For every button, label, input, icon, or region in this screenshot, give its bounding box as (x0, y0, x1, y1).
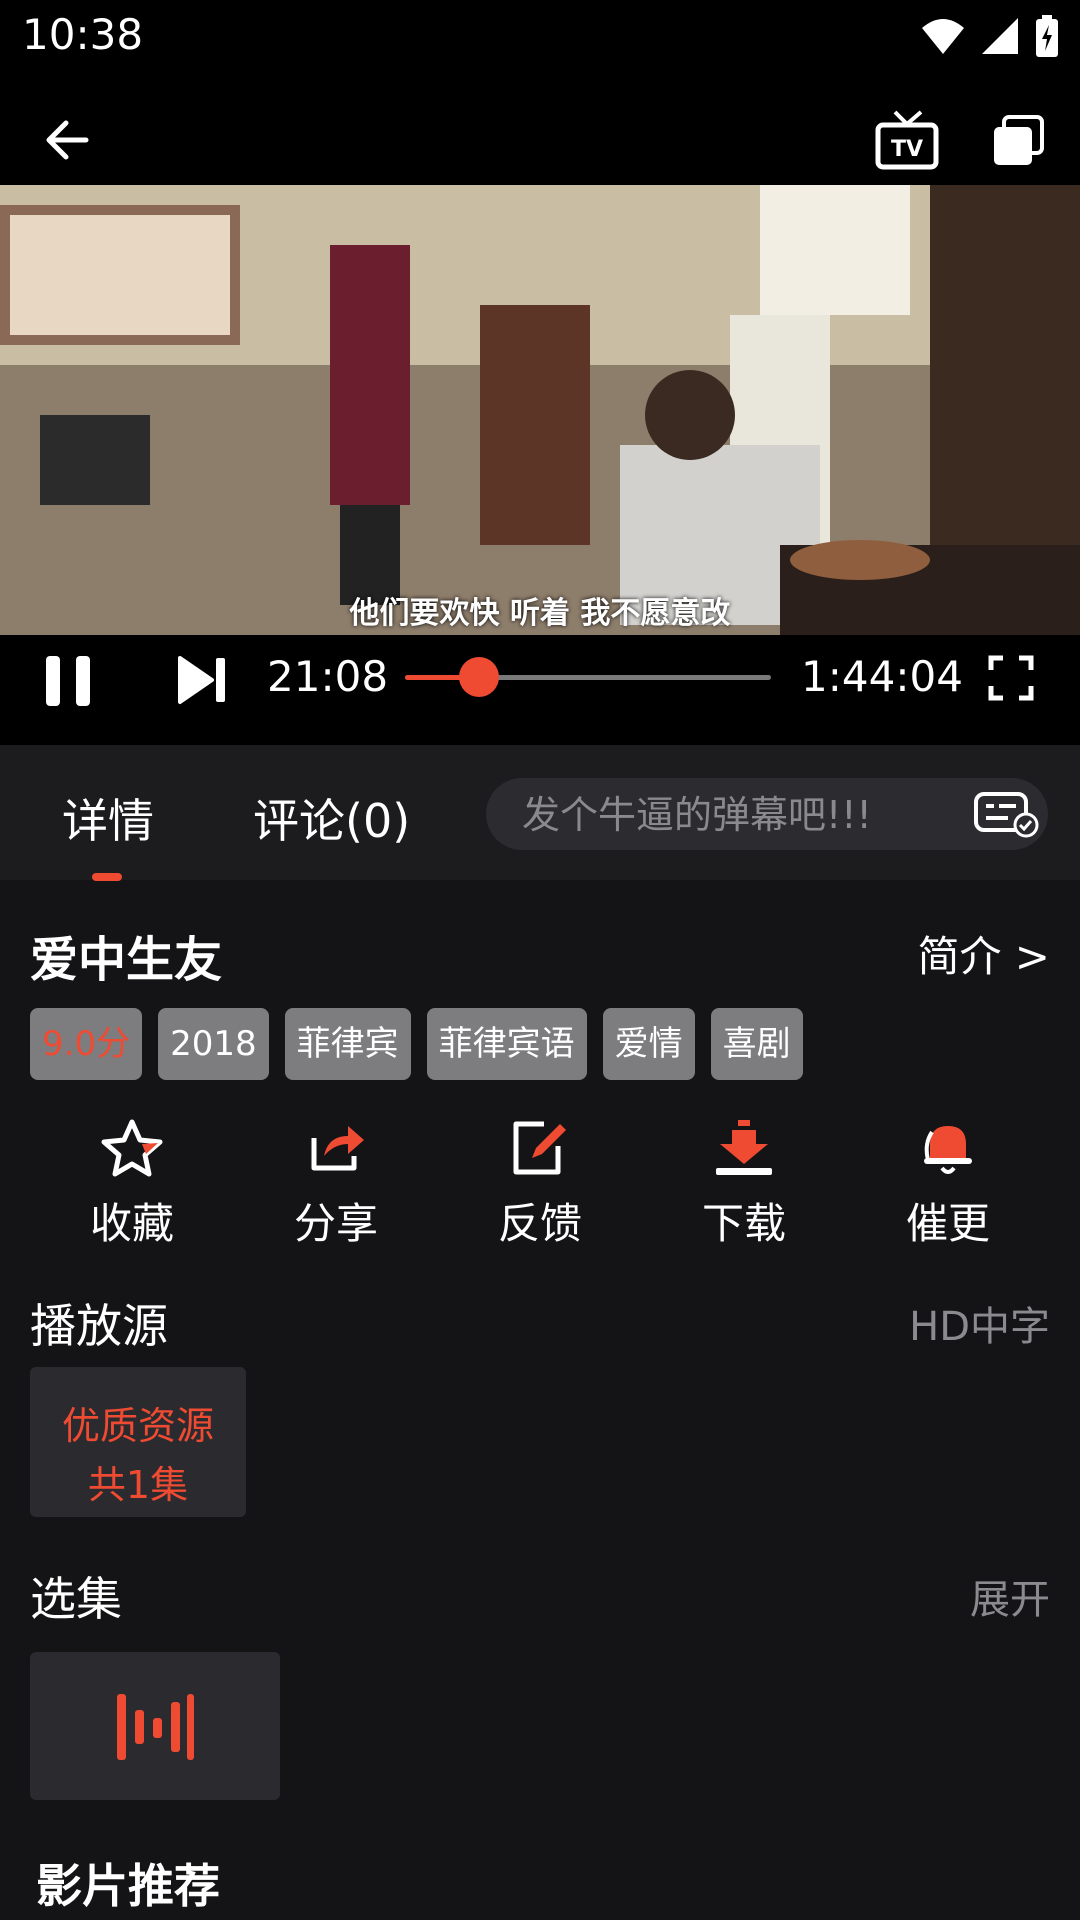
tab-indicator (92, 873, 122, 881)
feedback-label: 反馈 (497, 1199, 582, 1248)
danmaku-settings-icon[interactable] (974, 792, 1040, 838)
status-bar (0, 0, 1080, 75)
source-card-name: 优质资源 (61, 1404, 214, 1448)
current-time: 21:08 (267, 652, 389, 701)
back-arrow-icon[interactable] (42, 115, 92, 165)
feedback-button[interactable]: 反馈 (460, 1118, 620, 1251)
star-icon (101, 1119, 163, 1177)
video-subtitle: 他们要欢快 听着 我不愿意改 (349, 596, 731, 631)
svg-text:TV: TV (891, 137, 923, 162)
signal-icon (982, 18, 1018, 54)
status-icons (920, 14, 1060, 58)
episode-item[interactable] (30, 1652, 280, 1800)
bell-icon (924, 1126, 972, 1174)
year-tag[interactable]: 2018 (158, 1008, 269, 1080)
next-episode-icon[interactable] (176, 654, 228, 706)
tv-cast-icon[interactable]: TV (875, 108, 939, 172)
request-update-button[interactable]: 催更 (868, 1118, 1028, 1251)
language-tag[interactable]: 菲律宾语 (426, 1008, 587, 1080)
video-player[interactable] (0, 185, 1080, 635)
wifi-icon (922, 19, 964, 54)
now-playing-icon (117, 1694, 194, 1760)
danmaku-box (486, 778, 1048, 852)
download-button[interactable]: 下载 (664, 1118, 824, 1251)
episodes-section-title: 选集 (30, 1572, 122, 1626)
tab-details[interactable]: 详情 (62, 785, 154, 851)
intro-link[interactable]: 简介 > (917, 923, 1050, 984)
total-time: 1:44:04 (801, 652, 963, 701)
genre-tag-romance[interactable]: 爱情 (602, 1008, 695, 1080)
share-icon (311, 1126, 364, 1171)
favorite-label: 收藏 (89, 1199, 174, 1248)
movie-title: 爱中生友 (30, 932, 223, 988)
status-clock: 10:38 (22, 10, 144, 59)
genre-tag-comedy[interactable]: 喜剧 (710, 1008, 803, 1080)
source-card[interactable]: 优质资源 共1集 (30, 1367, 246, 1517)
tag-list: 9.0分 2018 菲律宾 菲律宾语 爱情 喜剧 (30, 1008, 803, 1080)
share-button[interactable]: 分享 (256, 1118, 416, 1251)
source-card-count: 共1集 (87, 1463, 189, 1507)
fullscreen-icon[interactable] (988, 655, 1034, 701)
rating-tag: 9.0分 (30, 1008, 143, 1080)
episodes-expand-button[interactable]: 展开 (970, 1567, 1050, 1625)
tab-comments[interactable]: 评论(0) (253, 785, 410, 851)
request-update-label: 催更 (905, 1199, 990, 1248)
download-icon (716, 1120, 772, 1175)
source-section-title: 播放源 (30, 1299, 168, 1353)
video-frame-image (0, 185, 1080, 635)
share-label: 分享 (293, 1199, 378, 1248)
pause-icon[interactable] (44, 654, 94, 708)
action-bar: 收藏 分享 反馈 下载 催更 (0, 1118, 1080, 1258)
recommend-section-title: 影片推荐 (36, 1859, 220, 1913)
source-quality: HD中字 (909, 1304, 1050, 1350)
favorite-button[interactable]: 收藏 (52, 1118, 212, 1251)
battery-icon (1036, 15, 1058, 57)
download-label: 下载 (701, 1199, 786, 1248)
danmaku-input[interactable] (520, 778, 944, 852)
pip-window-icon[interactable] (990, 115, 1046, 167)
edit-icon (513, 1121, 566, 1175)
region-tag[interactable]: 菲律宾 (284, 1008, 411, 1080)
